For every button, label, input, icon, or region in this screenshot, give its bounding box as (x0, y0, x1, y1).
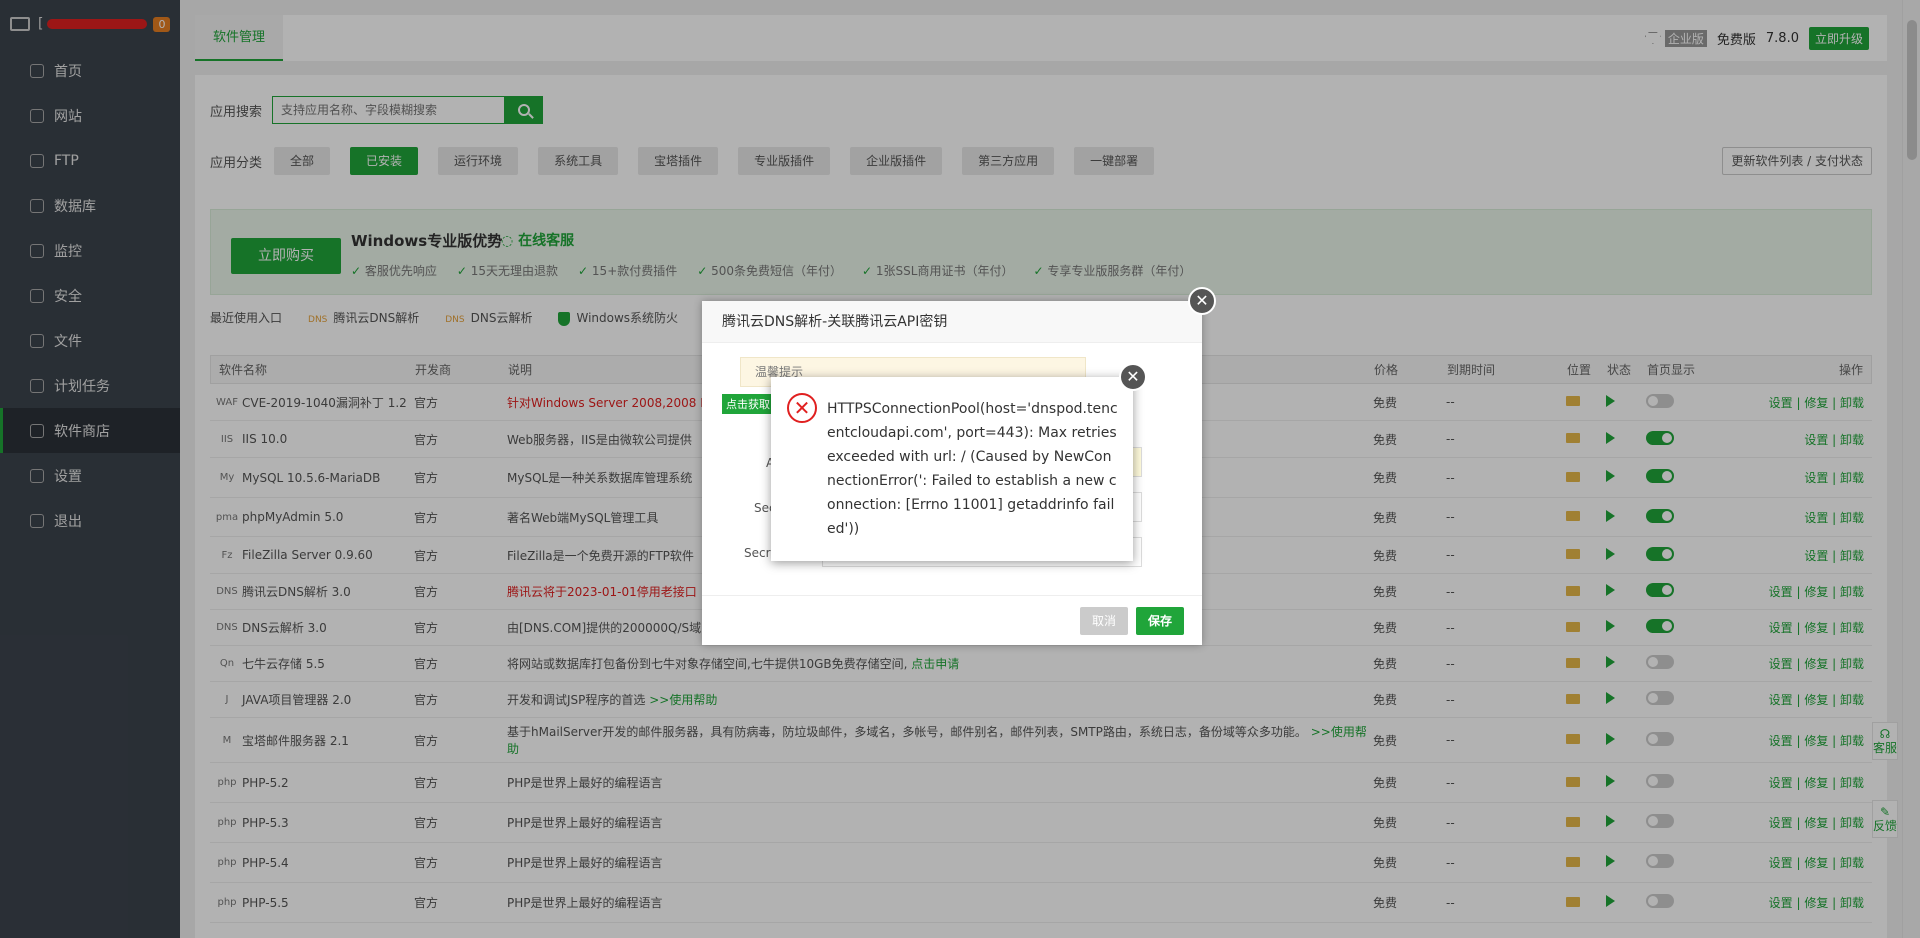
error-icon: ✕ (787, 393, 817, 423)
error-message: HTTPSConnectionPool(host='dnspod.tencent… (827, 401, 1118, 537)
get-key-button[interactable]: 点击获取 (722, 394, 774, 414)
cancel-button[interactable]: 取消 (1079, 606, 1128, 635)
dialog-close-icon[interactable]: ✕ (1188, 287, 1216, 315)
dialog-footer: 取消 保存 (702, 595, 1202, 645)
error-close-icon[interactable]: ✕ (1119, 363, 1147, 391)
save-button[interactable]: 保存 (1135, 606, 1184, 635)
secretkey-label: Secr (744, 546, 771, 560)
dialog-title: 腾讯云DNS解析-关联腾讯云API密钥 (702, 301, 1202, 343)
error-dialog: ✕ ✕ HTTPSConnectionPool(host='dnspod.ten… (771, 363, 1147, 561)
